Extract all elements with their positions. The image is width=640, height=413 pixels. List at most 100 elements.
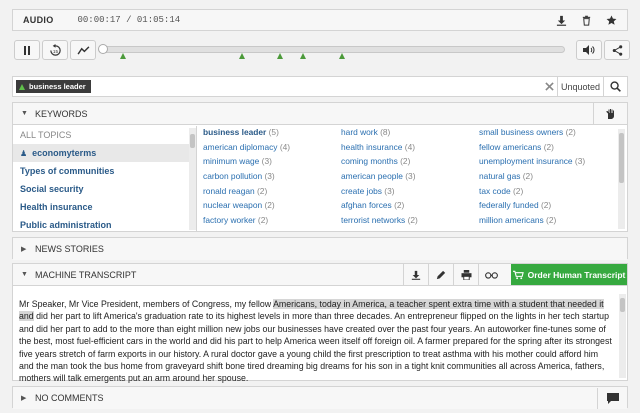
- topic-item[interactable]: Public administration: [13, 216, 196, 234]
- comment-icon[interactable]: [597, 387, 627, 409]
- unquoted-toggle[interactable]: Unquoted: [557, 76, 603, 97]
- keyword-count: (5): [268, 127, 279, 137]
- download-icon[interactable]: [556, 15, 567, 26]
- keyword-item[interactable]: small business owners (2): [479, 127, 618, 142]
- progress-track[interactable]: [100, 46, 565, 53]
- keyword-name: health insurance: [341, 141, 403, 152]
- keyword-item[interactable]: hard work (8): [341, 127, 479, 142]
- keyword-item[interactable]: tax code (2): [479, 186, 618, 201]
- topic-label: Public administration: [20, 220, 112, 230]
- keywords-header[interactable]: ▼ KEYWORDS: [13, 103, 627, 125]
- keyword-item[interactable]: federally funded (2): [479, 200, 618, 215]
- keyword-name: american people: [341, 171, 403, 182]
- keyword-count: (2): [513, 185, 524, 196]
- keyword-item[interactable]: health insurance (4): [341, 142, 479, 157]
- transcript-text[interactable]: Mr Speaker, Mr Vice President, members o…: [19, 298, 613, 385]
- keywords-scrollbar[interactable]: [618, 129, 625, 229]
- keywords-panel: ▼ KEYWORDS ALL TOPICS ♟ economyterms Type…: [12, 102, 628, 232]
- keyword-marker[interactable]: [120, 53, 126, 59]
- transcript-text-after: did her part to lift America's graduatio…: [19, 311, 612, 384]
- keyword-name: terrorist networks: [341, 215, 406, 226]
- news-header[interactable]: ▶ NEWS STORIES: [13, 238, 627, 260]
- rewind-15-icon: 15: [49, 43, 62, 57]
- keyword-name: afghan forces: [341, 200, 392, 211]
- keyword-name: unemployment insurance: [479, 156, 573, 167]
- keyword-marker[interactable]: [277, 53, 283, 59]
- topic-label: Social security: [20, 184, 84, 194]
- keyword-item[interactable]: american diplomacy (4): [203, 142, 341, 157]
- search-icon[interactable]: [603, 76, 627, 97]
- search-tag[interactable]: business leader: [16, 80, 91, 93]
- keyword-item[interactable]: unemployment insurance (3): [479, 156, 618, 171]
- topic-item[interactable]: ALL TOPICS: [13, 126, 196, 144]
- keyword-item[interactable]: minimum wage (3): [203, 156, 341, 171]
- keyword-item[interactable]: nuclear weapon (2): [203, 200, 341, 215]
- volume-button[interactable]: [576, 40, 602, 60]
- edit-icon[interactable]: [428, 264, 453, 285]
- topics-scroll-thumb[interactable]: [190, 134, 195, 148]
- keyword-count: (2): [257, 215, 269, 226]
- keyword-name: carbon pollution: [203, 171, 263, 182]
- keyword-item[interactable]: terrorist networks (2): [341, 215, 479, 230]
- glasses-icon[interactable]: [478, 264, 503, 285]
- keyword-name: business leader: [203, 127, 267, 137]
- keyword-item[interactable]: million americans (2): [479, 215, 618, 230]
- share-button[interactable]: [604, 40, 630, 60]
- topic-item[interactable]: Social security: [13, 180, 196, 198]
- keywords-scroll-thumb[interactable]: [619, 133, 624, 183]
- speed-button[interactable]: [70, 40, 96, 60]
- chevron-down-icon: ▼: [21, 110, 28, 117]
- share-icon: [612, 44, 623, 56]
- keyword-count: (2): [407, 215, 418, 226]
- keyword-count: (4): [279, 141, 291, 152]
- transcript-header[interactable]: ▼ MACHINE TRANSCRIPT Order Human Transcr…: [13, 264, 627, 286]
- download-icon[interactable]: [403, 264, 428, 285]
- keyword-item[interactable]: carbon pollution (3): [203, 171, 341, 186]
- keyword-count: (3): [574, 156, 586, 167]
- keyword-item[interactable]: afghan forces (2): [341, 200, 479, 215]
- keyword-item[interactable]: american people (3): [341, 171, 479, 186]
- keyword-count: (4): [404, 141, 416, 152]
- keyword-name: million americans: [479, 215, 544, 226]
- transcript-scroll-thumb[interactable]: [620, 298, 625, 312]
- topic-item[interactable]: Types of communities: [13, 162, 196, 180]
- hand-icon[interactable]: [593, 103, 627, 124]
- keyword-item[interactable]: coming months (2): [341, 156, 479, 171]
- comments-panel: ▶ NO COMMENTS: [12, 386, 628, 409]
- keywords-title: KEYWORDS: [35, 108, 88, 119]
- keyword-item[interactable]: business leader (5): [203, 127, 341, 142]
- audio-time: 00:00:17 / 01:05:14: [77, 15, 181, 25]
- keyword-item[interactable]: fellow americans (2): [479, 142, 618, 157]
- keyword-name: nuclear weapon: [203, 200, 263, 211]
- keyword-marker[interactable]: [339, 53, 345, 59]
- star-icon[interactable]: [606, 14, 617, 26]
- keyword-item[interactable]: create jobs (3): [341, 186, 479, 201]
- keyword-marker[interactable]: [300, 53, 306, 59]
- keyword-item[interactable]: natural gas (2): [479, 171, 618, 186]
- keyword-item[interactable]: ronald reagan (2): [203, 186, 341, 201]
- pause-button[interactable]: [14, 40, 40, 60]
- order-human-transcript-button[interactable]: Order Human Transcript: [511, 264, 627, 285]
- keyword-item[interactable]: factory worker (2): [203, 215, 341, 230]
- keyword-name: fellow americans: [479, 141, 542, 152]
- transcript-title: MACHINE TRANSCRIPT: [35, 269, 137, 280]
- topic-item[interactable]: ♟ economyterms: [13, 144, 196, 162]
- comments-header[interactable]: ▶ NO COMMENTS: [13, 387, 627, 409]
- topic-item[interactable]: Health insurance: [13, 198, 196, 216]
- keyword-marker[interactable]: [239, 53, 245, 59]
- trash-icon[interactable]: [581, 15, 592, 26]
- topics-scrollbar[interactable]: [189, 128, 196, 230]
- keyword-name: create jobs: [341, 185, 382, 196]
- keyword-count: (2): [540, 200, 552, 211]
- keyword-count: (3): [405, 171, 416, 182]
- print-icon[interactable]: [453, 264, 478, 285]
- transcript-scrollbar[interactable]: [619, 294, 626, 378]
- keyword-count: (2): [543, 141, 554, 152]
- clear-icon[interactable]: [541, 82, 557, 91]
- rewind-15-button[interactable]: 15: [42, 40, 68, 60]
- keyword-name: hard work: [341, 127, 378, 137]
- progress-handle[interactable]: [98, 44, 108, 54]
- search-bar[interactable]: business leader Unquoted: [12, 76, 628, 97]
- topic-label: economyterms: [32, 148, 97, 158]
- transcript-text-before: Mr Speaker, Mr Vice President, members o…: [19, 299, 274, 309]
